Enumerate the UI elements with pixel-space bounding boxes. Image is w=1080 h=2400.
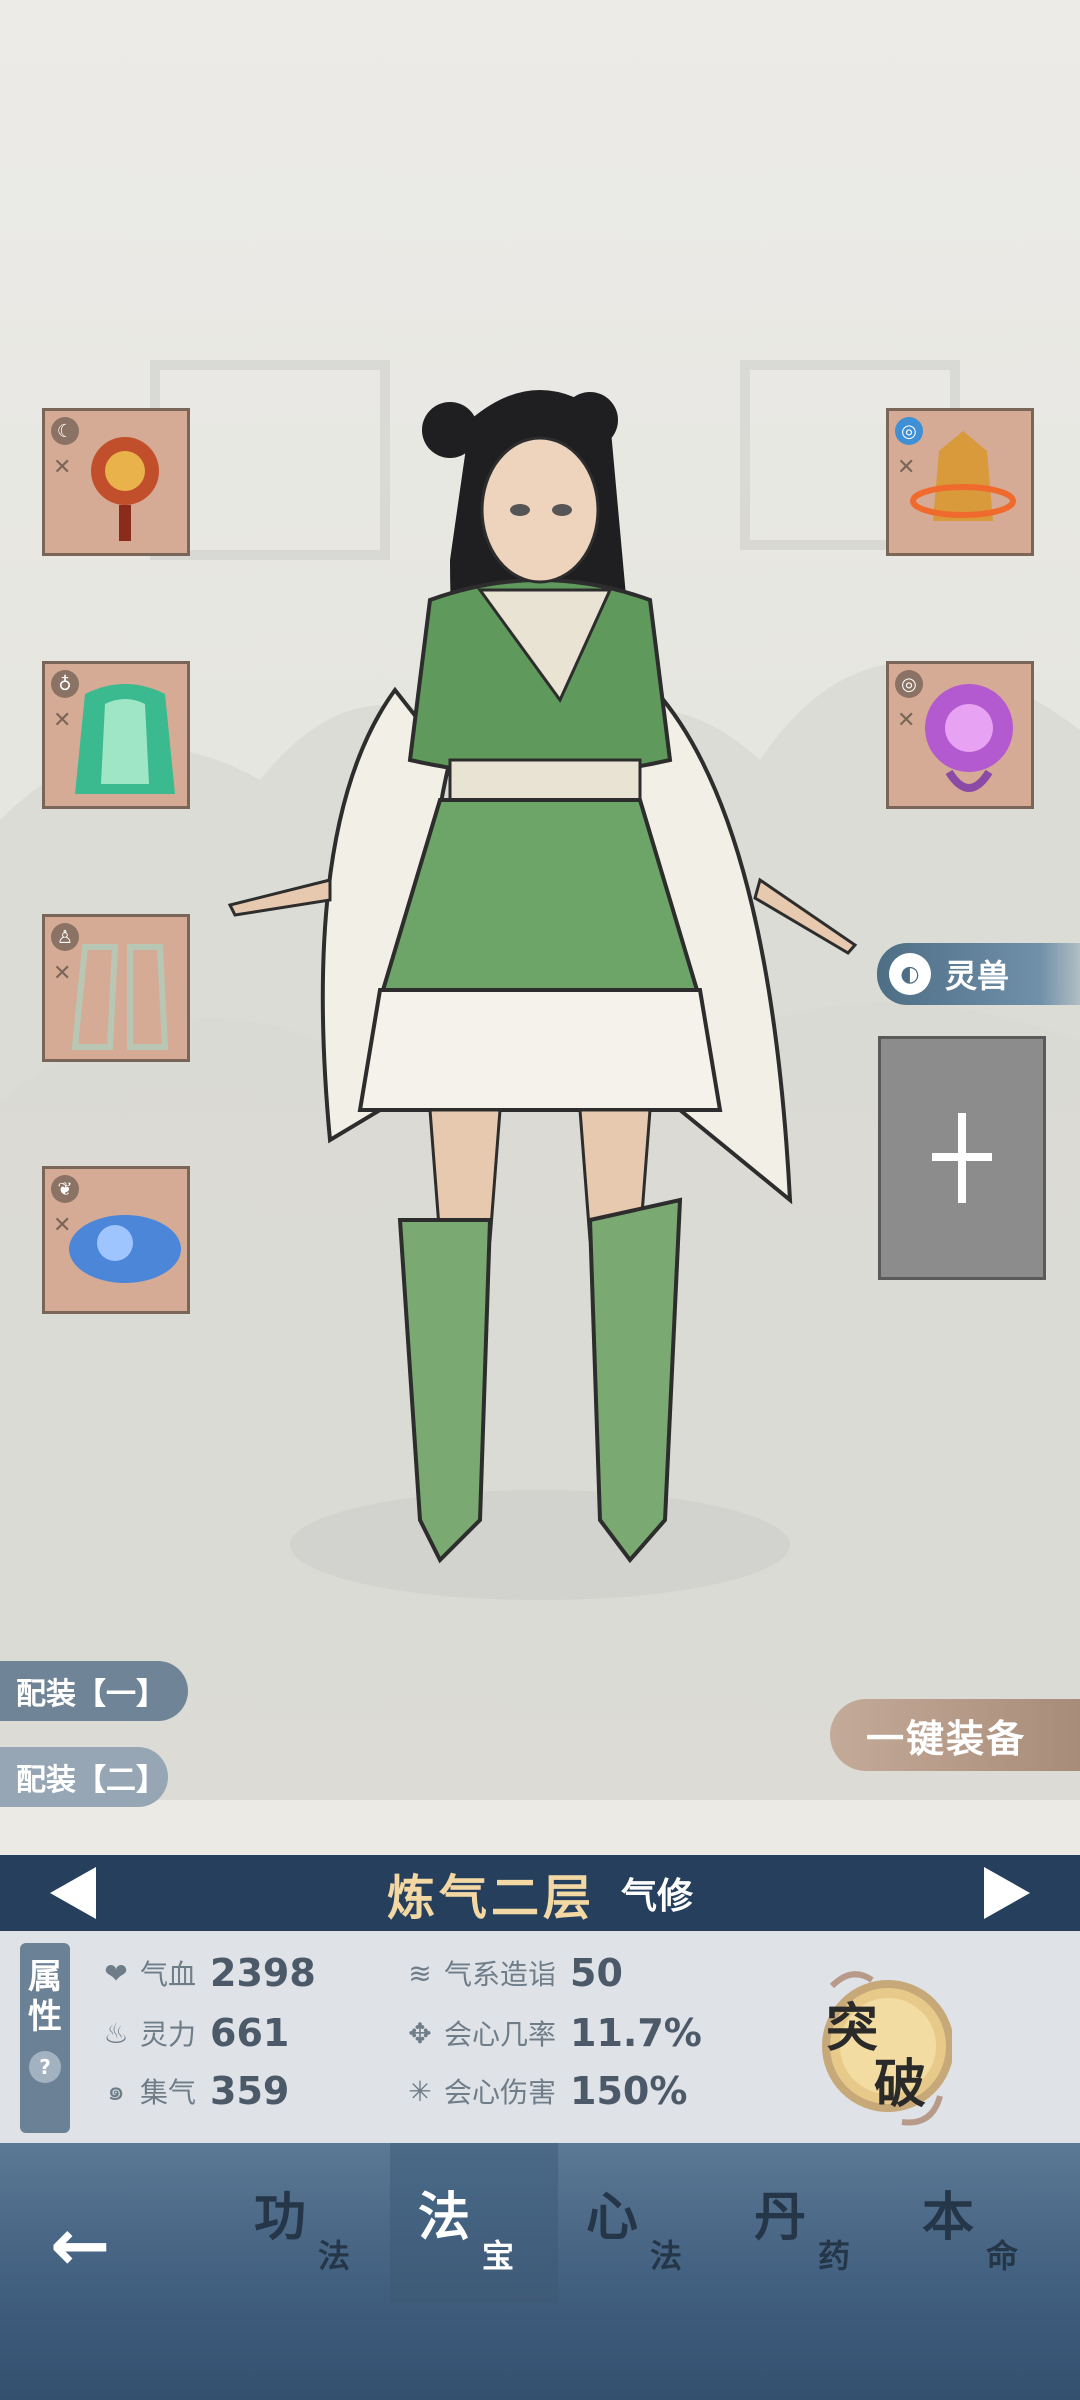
equipment-slot-weapon[interactable]: ☾ ✕ (42, 408, 190, 556)
tab-pills-main: 丹 (754, 2187, 807, 2248)
help-icon[interactable]: ? (29, 2051, 61, 2083)
stat-crit-rate: ✥ 会心几率 11.7% (400, 2011, 702, 2055)
previous-arrow-icon[interactable] (50, 1867, 96, 1919)
attributes-tab-label-1: 属 (28, 1957, 62, 1997)
loadout-one-button[interactable]: 配装【一】 (0, 1661, 188, 1721)
stat-label: 会心伤害 (444, 2076, 557, 2109)
next-arrow-icon[interactable] (984, 1867, 1030, 1919)
stat-value: 150% (570, 2069, 688, 2113)
wind-icon: ≋ (408, 1956, 432, 1990)
tab-skills-main: 功 (254, 2187, 307, 2248)
heart-icon: ❤ (104, 1956, 128, 1990)
spirit-beast-label: 灵兽 (945, 957, 1010, 995)
equipment-slot-ring[interactable]: ◎ ✕ (886, 408, 1034, 556)
flame-icon: ♨ (103, 2016, 129, 2050)
attributes-tab-label-2: 性 (28, 1997, 62, 2037)
blue-vortex-icon (69, 1215, 181, 1283)
stat-label: 会心几率 (444, 2018, 557, 2051)
loadout-one-label: 配装【一】 (16, 1677, 166, 1712)
stat-hp: ❤ 气血 2398 (96, 1951, 316, 1995)
equipment-slot-wings[interactable]: ❦ ✕ (42, 1166, 190, 1314)
breakthrough-label-2: 破 (874, 2054, 927, 2115)
beast-icon: ◐ (889, 953, 931, 995)
boots-artifact-icon (71, 944, 169, 1050)
spirit-beast-slot[interactable] (878, 1036, 1046, 1280)
plus-icon (932, 1113, 992, 1203)
stat-crit-damage: ✳ 会心伤害 150% (400, 2069, 687, 2113)
stat-value: 2398 (210, 1951, 316, 1995)
stat-value: 50 (570, 1951, 623, 1995)
equip-all-button[interactable]: 一键装备 (830, 1699, 1080, 1771)
stat-value: 359 (210, 2069, 290, 2113)
breakthrough-button[interactable]: 突 破 (812, 1946, 954, 2136)
attributes-tab[interactable]: 属 性 ? (20, 1943, 70, 2133)
stat-spirit: ♨ 灵力 661 (96, 2011, 289, 2055)
tab-pills-sub: 药 (818, 2237, 851, 2275)
lantern-artifact-icon (91, 437, 159, 541)
stat-gather: ๑ 集气 359 (96, 2069, 289, 2113)
tab-destiny[interactable]: 本 命 (894, 2143, 1062, 2303)
equip-all-label: 一键装备 (866, 1716, 1027, 1761)
cultivation-type: 气修 (621, 1876, 694, 1917)
realm-bar: 炼气二层 气修 (0, 1855, 1080, 1931)
tab-mind-sub: 法 (650, 2237, 683, 2275)
golden-crown-icon (910, 431, 1016, 521)
tab-destiny-sub: 命 (986, 2237, 1019, 2275)
character-stage: ☾ ✕ ♁ ✕ ♙ ✕ ❦ ✕ ◎ ✕ ◎ ✕ ◐ 灵兽 配装【一】 配装【二】… (0, 0, 1080, 1855)
stat-value: 11.7% (570, 2011, 702, 2055)
tab-treasures-main: 法 (418, 2187, 471, 2248)
breakthrough-label-1: 突 (826, 1998, 879, 2059)
burst-icon: ✳ (408, 2074, 432, 2108)
spirit-beast-tab[interactable]: ◐ 灵兽 (877, 943, 1080, 1005)
jade-robe-icon (75, 684, 175, 794)
tab-destiny-main: 本 (922, 2187, 975, 2248)
stat-label: 灵力 (140, 2018, 197, 2051)
stat-label: 气系造诣 (444, 1958, 557, 1991)
attributes-panel: 属 性 ? ❤ 气血 2398 ♨ 灵力 661 ๑ 集气 359 ≋ 气系造诣… (0, 1931, 1080, 2143)
stat-mastery: ≋ 气系造诣 50 (400, 1951, 623, 1995)
tab-mind-main: 心 (586, 2187, 639, 2248)
stat-label: 气血 (140, 1958, 197, 1991)
tab-treasures[interactable]: 法 宝 (390, 2143, 558, 2303)
tab-skills[interactable]: 功 法 (226, 2143, 394, 2303)
tab-treasures-sub: 宝 (482, 2237, 515, 2275)
swirl-icon: ๑ (107, 2074, 125, 2107)
stat-label: 集气 (140, 2076, 197, 2109)
equipment-slot-armor[interactable]: ♁ ✕ (42, 661, 190, 809)
loadout-two-label: 配装【二】 (16, 1763, 166, 1798)
crit-icon: ✥ (408, 2016, 432, 2050)
stat-value: 661 (210, 2011, 290, 2055)
realm-name: 炼气二层 (386, 1870, 595, 1926)
bottom-navigation: ← 功 法 法 宝 心 法 丹 药 本 命 (0, 2143, 1080, 2400)
loadout-two-button[interactable]: 配装【二】 (0, 1747, 168, 1807)
equipment-slot-boots[interactable]: ♙ ✕ (42, 914, 190, 1062)
tab-mind[interactable]: 心 法 (558, 2143, 726, 2303)
tab-pills[interactable]: 丹 药 (726, 2143, 894, 2303)
purple-orb-icon (925, 684, 1013, 792)
equipment-slot-accessory[interactable]: ◎ ✕ (886, 661, 1034, 809)
back-arrow-icon[interactable]: ← (50, 2203, 110, 2287)
tab-skills-sub: 法 (318, 2237, 351, 2275)
